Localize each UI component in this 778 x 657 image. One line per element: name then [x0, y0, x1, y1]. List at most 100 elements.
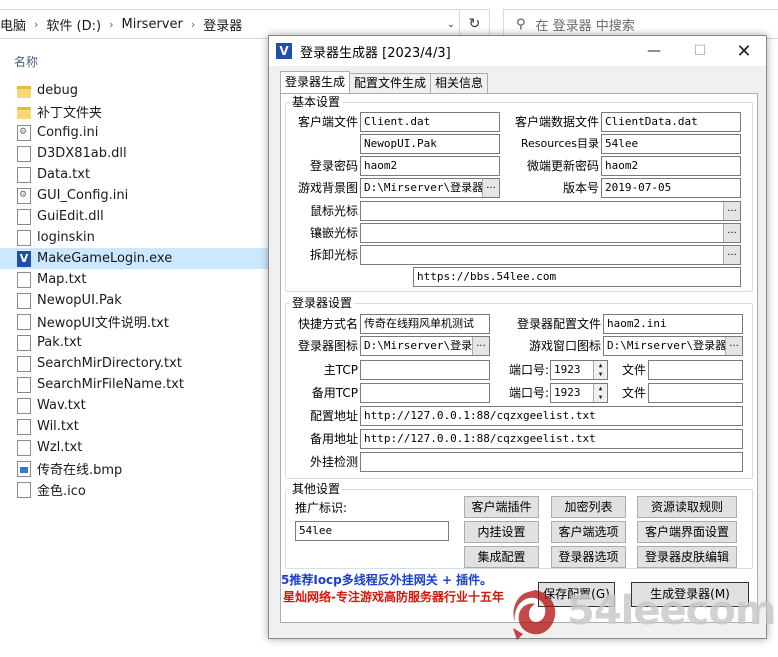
spin-buttons[interactable]: ▲ ▼ [593, 361, 607, 379]
config-file-icon [17, 187, 31, 204]
browse-button[interactable]: ... [723, 202, 740, 220]
tab-config-generator[interactable]: 配置文件生成 [349, 73, 432, 93]
resources-field[interactable]: 54lee [601, 134, 741, 154]
launcher-config-field[interactable]: haom2.ini [603, 314, 743, 334]
backup-address-label: 备用地址 [309, 432, 358, 446]
column-header-name[interactable]: 名称 [14, 53, 38, 70]
file-list: debug 补丁文件夹 Config.ini D3DX81ab.dll Data.txt… [0, 80, 268, 500]
breadcrumb-item[interactable]: 电脑 [0, 15, 26, 34]
file-list-item[interactable]: Wil.txt [0, 416, 268, 437]
version-field[interactable]: 2019-07-05 [601, 178, 741, 198]
game-window-icon-label: 游戏窗口图标 [528, 339, 601, 353]
url-field[interactable]: https://bbs.54lee.com [413, 267, 741, 287]
launcher-icon-field[interactable]: D:\Mirserver\登录器... [360, 336, 490, 356]
login-password-field[interactable]: haom2 [360, 156, 500, 176]
file-list-item[interactable]: SearchMirDirectory.txt [0, 353, 268, 374]
breadcrumb-item[interactable]: 软件 (D:) [46, 15, 101, 34]
file-list-item[interactable]: Wzl.txt [0, 437, 268, 458]
remove-cursor-field[interactable]: ... [360, 245, 741, 265]
file-list-item[interactable]: debug [0, 80, 268, 101]
pak-file-field[interactable]: NewopUI.Pak [360, 134, 500, 154]
file-list-item[interactable]: V MakeGameLogin.exe [0, 248, 268, 269]
port-label: 端口号: [508, 386, 549, 400]
file-name: NewopUI.Pak [37, 293, 122, 308]
file-list-item[interactable]: Map.txt [0, 269, 268, 290]
file-list-item[interactable]: SearchMirFileName.txt [0, 374, 268, 395]
file-list-item[interactable]: 传奇在线.bmp [0, 458, 268, 479]
encrypt-list-button[interactable]: 加密列表 [551, 496, 626, 518]
file-list-item[interactable]: D3DX81ab.dll [0, 143, 268, 164]
spin-up-icon[interactable]: ▲ [594, 384, 607, 393]
breadcrumb-item[interactable]: 登录器 [203, 15, 242, 34]
file-name: Wav.txt [37, 398, 86, 413]
tab-info[interactable]: 相关信息 [430, 73, 489, 93]
config-address-field[interactable]: http://127.0.0.1:88/cqzxgeelist.txt [360, 406, 743, 426]
shortcut-name-field[interactable]: 传奇在线翔风单机测试 [360, 314, 490, 334]
chevron-right-icon: › [109, 17, 114, 31]
inlay-cursor-field[interactable]: ... [360, 223, 741, 243]
file-list-item[interactable]: 金色.ico [0, 479, 268, 500]
file-icon [17, 355, 31, 372]
update-password-field[interactable]: haom2 [601, 156, 741, 176]
file-list-item[interactable]: 补丁文件夹 [0, 101, 268, 122]
minimize-icon[interactable]: — [631, 36, 677, 66]
spin-down-icon[interactable]: ▼ [594, 393, 607, 402]
file-list-item[interactable]: NewopUI.Pak [0, 290, 268, 311]
promo-text-xingcan[interactable]: 星灿网络-专注游戏高防服务器行业十五年 [283, 588, 504, 605]
client-data-field[interactable]: ClientData.dat [601, 112, 741, 132]
file-list-item[interactable]: Config.ini [0, 122, 268, 143]
backup-address-field[interactable]: http://127.0.0.1:88/cqzxgeelist.txt [360, 429, 743, 449]
promo-text-iocp[interactable]: 5推荐Iocp多线程反外挂网关 + 插件。 [281, 571, 492, 588]
backup-tcp-field[interactable] [360, 383, 490, 403]
background-image-field[interactable]: D:\Mirserver\登录器\... [360, 178, 500, 198]
file-list-item[interactable]: Data.txt [0, 164, 268, 185]
browse-button[interactable]: ... [472, 337, 489, 355]
client-plugin-button[interactable]: 客户端插件 [464, 496, 539, 518]
file-name: Pak.txt [37, 335, 82, 350]
game-window-icon-field[interactable]: D:\Mirserver\登录器\:... [603, 336, 743, 356]
port-stepper[interactable]: 1923 ▲ ▼ [550, 383, 608, 403]
chevron-down-icon[interactable]: ⌄ [443, 10, 459, 38]
close-icon[interactable]: ✕ [721, 36, 767, 66]
file-list-item[interactable]: NewopUI文件说明.txt [0, 311, 268, 332]
file-list-item[interactable]: Wav.txt [0, 395, 268, 416]
browse-button[interactable]: ... [482, 179, 499, 197]
file-field[interactable] [648, 360, 743, 380]
file-field[interactable] [648, 383, 743, 403]
breadcrumb-item[interactable]: Mirserver [122, 17, 183, 32]
promo-id-field[interactable]: 54lee [295, 521, 449, 541]
port-label: 端口号: [508, 363, 549, 377]
launcher-options-button[interactable]: 登录器选项 [551, 546, 626, 568]
title-bar[interactable]: V 登录器生成器 [2023/4/3] — ☐ ✕ [269, 36, 766, 66]
integrated-config-button[interactable]: 集成配置 [464, 546, 539, 568]
resource-rules-button[interactable]: 资源读取规则 [637, 496, 737, 518]
main-tcp-field[interactable] [360, 360, 490, 380]
browse-button[interactable]: ... [723, 224, 740, 242]
refresh-icon[interactable]: ↻ [459, 10, 489, 38]
spin-down-icon[interactable]: ▼ [594, 370, 607, 379]
file-list-item[interactable]: loginskin [0, 227, 268, 248]
plugin-check-field[interactable] [360, 452, 743, 472]
promo-id-label: 推广标识: [295, 501, 348, 515]
exe-icon: V [17, 250, 31, 267]
file-list-item[interactable]: GuiEdit.dll [0, 206, 268, 227]
spin-buttons[interactable]: ▲ ▼ [593, 384, 607, 402]
maximize-icon[interactable]: ☐ [677, 36, 723, 66]
tab-login-generator[interactable]: 登录器生成 [280, 71, 351, 93]
file-icon [17, 418, 31, 435]
port-stepper[interactable]: 1923 ▲ ▼ [550, 360, 608, 380]
file-icon [17, 229, 31, 246]
file-list-item[interactable]: Pak.txt [0, 332, 268, 353]
browse-button[interactable]: ... [723, 246, 740, 264]
tab-panel: 基本设置 客户端文件 Client.dat 客户端数据文件 ClientData… [280, 93, 758, 623]
client-options-button[interactable]: 客户端选项 [551, 521, 626, 543]
client-file-field[interactable]: Client.dat [360, 112, 500, 132]
file-list-item[interactable]: GUI_Config.ini [0, 185, 268, 206]
spin-up-icon[interactable]: ▲ [594, 361, 607, 370]
cursor-field[interactable]: ... [360, 201, 741, 221]
client-ui-settings-button[interactable]: 客户端界面设置 [637, 521, 737, 543]
browse-button[interactable]: ... [725, 337, 742, 355]
builtin-plugin-button[interactable]: 内挂设置 [464, 521, 539, 543]
launcher-skin-button[interactable]: 登录器皮肤编辑 [637, 546, 737, 568]
file-name: SearchMirDirectory.txt [37, 356, 182, 371]
